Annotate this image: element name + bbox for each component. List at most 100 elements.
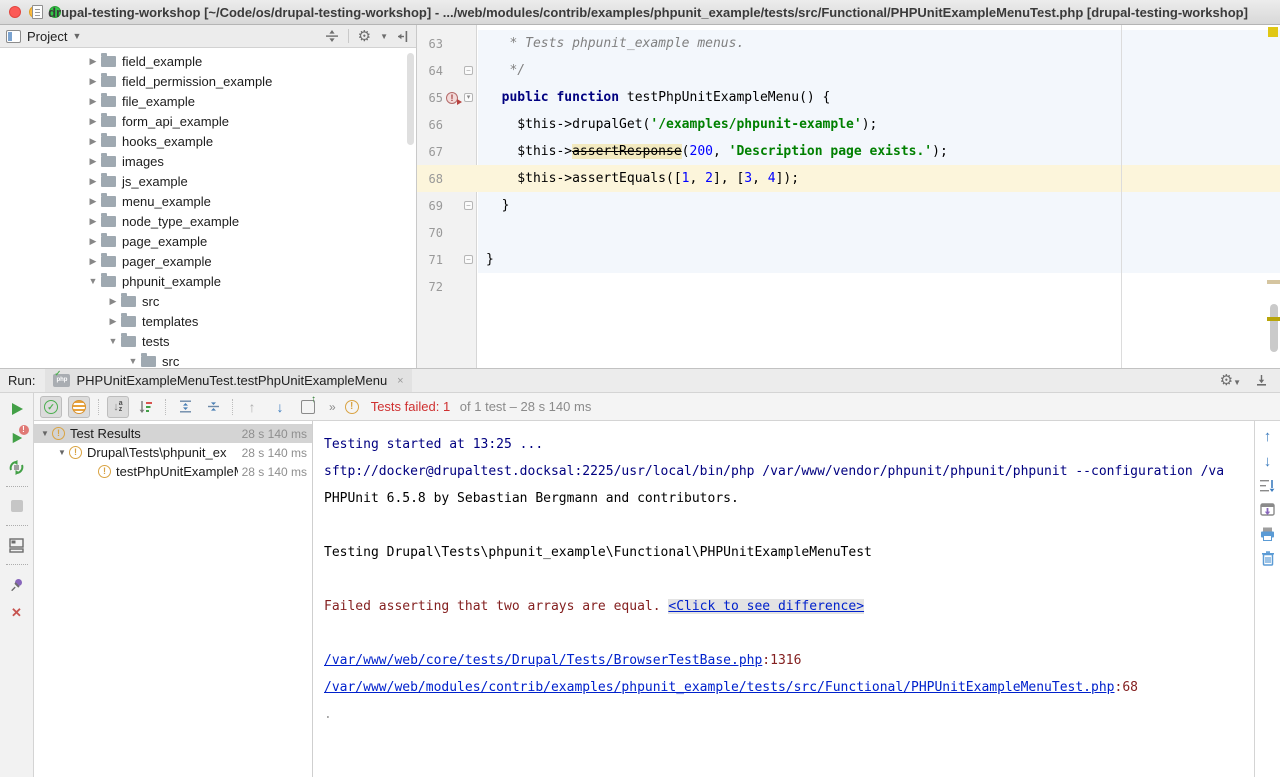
project-tree-item[interactable]: ▶pager_example (0, 251, 416, 271)
show-passed-toggle[interactable]: ✓ (40, 396, 62, 418)
project-tree-item[interactable]: ▼phpunit_example (0, 271, 416, 291)
chevron-down-icon[interactable]: ▼ (72, 31, 81, 41)
project-tree-item[interactable]: ▶menu_example (0, 191, 416, 211)
project-tree-item[interactable]: ▶node_type_example (0, 211, 416, 231)
expand-all-button[interactable] (174, 396, 196, 418)
code-text[interactable]: */ (478, 57, 1280, 84)
code-line[interactable]: 63 * Tests phpunit_example menus. (417, 30, 1280, 57)
project-tree-item[interactable]: ▶templates (0, 311, 416, 331)
project-tree-item[interactable]: ▶file_example (0, 91, 416, 111)
collapse-all-button[interactable] (202, 396, 224, 418)
close-tab-icon[interactable]: × (397, 375, 403, 387)
next-occurrence-button[interactable]: ↓ (269, 396, 291, 418)
console-file-link[interactable]: /var/www/web/core/tests/Drupal/Tests/Bro… (324, 653, 762, 668)
chevron-expanded-icon[interactable]: ▼ (105, 336, 121, 346)
pin-tab-button[interactable] (7, 574, 27, 594)
rerun-button[interactable] (7, 399, 27, 419)
hide-tool-window-icon[interactable] (1255, 374, 1268, 387)
chevron-collapsed-icon[interactable]: ▶ (85, 156, 101, 167)
project-tree-item[interactable]: ▶images (0, 151, 416, 171)
toggle-auto-test-button[interactable] (7, 457, 27, 477)
test-tree-row[interactable]: ▼!Drupal\Tests\phpunit_ex28 s 140 ms (34, 443, 312, 462)
code-line[interactable]: 69– } (417, 192, 1280, 219)
chevron-collapsed-icon[interactable]: ▶ (85, 196, 101, 207)
down-stacktrace-icon[interactable]: ↓ (1264, 454, 1272, 469)
previous-occurrence-button[interactable]: ↑ (241, 396, 263, 418)
chevron-more-icon[interactable]: » (329, 400, 335, 414)
project-tree-item[interactable]: ▶field_example (0, 51, 416, 71)
chevron-collapsed-icon[interactable]: ▶ (105, 296, 121, 307)
code-line[interactable]: 66 $this->drupalGet('/examples/phpunit-e… (417, 111, 1280, 138)
rerun-failed-tests-button[interactable]: ! (7, 428, 27, 448)
code-text[interactable] (478, 219, 1280, 246)
chevron-collapsed-icon[interactable]: ▶ (105, 316, 121, 327)
editor-scrollbar[interactable] (1270, 304, 1278, 352)
project-tree-item[interactable]: ▼tests (0, 331, 416, 351)
code-line[interactable]: 68 $this->assertEquals([1, 2], [3, 4]); (417, 165, 1280, 192)
project-tree-item[interactable]: ▶page_example (0, 231, 416, 251)
code-line[interactable]: 65!▾ public function testPhpUnitExampleM… (417, 84, 1280, 111)
fold-icon[interactable]: – (464, 66, 473, 75)
code-line[interactable]: 72 (417, 273, 1280, 300)
code-line[interactable]: 70 (417, 219, 1280, 246)
inspection-indicator[interactable] (1268, 27, 1278, 37)
code-line[interactable]: 67 $this->assertResponse(200, 'Descripti… (417, 138, 1280, 165)
code-line[interactable]: 71–} (417, 246, 1280, 273)
sort-alphabetically-toggle[interactable]: ↓az (107, 396, 129, 418)
stop-button[interactable] (7, 496, 27, 516)
settings-gear-icon[interactable]: ⚙▼ (1220, 373, 1241, 388)
error-stripe-mark[interactable] (1267, 280, 1280, 284)
sort-by-duration-toggle[interactable] (135, 396, 157, 418)
test-console[interactable]: Testing started at 13:25 ...sftp://docke… (313, 421, 1254, 777)
failed-test-gutter-icon[interactable]: ! (446, 92, 458, 104)
fold-icon[interactable]: – (464, 201, 473, 210)
project-scrollbar[interactable] (407, 53, 414, 145)
code-text[interactable]: $this->drupalGet('/examples/phpunit-exam… (478, 111, 1280, 138)
chevron-expanded-icon[interactable]: ▼ (55, 448, 69, 457)
fold-icon[interactable]: – (464, 255, 473, 264)
run-tab[interactable]: php PHPUnitExampleMenuTest.testPhpUnitEx… (45, 369, 411, 392)
restore-layout-button[interactable] (7, 535, 27, 555)
chevron-collapsed-icon[interactable]: ▶ (85, 216, 101, 227)
chevron-collapsed-icon[interactable]: ▶ (85, 176, 101, 187)
open-results-icon[interactable] (1260, 503, 1275, 517)
show-ignored-toggle[interactable] (68, 396, 90, 418)
chevron-collapsed-icon[interactable]: ▶ (85, 116, 101, 127)
chevron-expanded-icon[interactable]: ▼ (125, 356, 141, 366)
project-tree-item[interactable]: ▶src (0, 291, 416, 311)
code-text[interactable] (478, 273, 1280, 300)
test-tree-row[interactable]: ▼!Test Results28 s 140 ms (34, 424, 312, 443)
hide-panel-icon[interactable] (397, 30, 410, 43)
fold-icon[interactable]: ▾ (464, 93, 473, 102)
project-tree-item[interactable]: ▼src (0, 351, 416, 371)
code-text[interactable]: $this->assertEquals([1, 2], [3, 4]); (478, 165, 1280, 192)
chevron-expanded-icon[interactable]: ▼ (85, 276, 101, 286)
scroll-tracking-icon[interactable] (1260, 479, 1275, 493)
project-tree-item[interactable]: ▶form_api_example (0, 111, 416, 131)
code-text[interactable]: * Tests phpunit_example menus. (478, 30, 1280, 57)
chevron-collapsed-icon[interactable]: ▶ (85, 96, 101, 107)
chevron-collapsed-icon[interactable]: ▶ (85, 236, 101, 247)
test-tree-row[interactable]: !testPhpUnitExampleM28 s 140 ms (34, 462, 312, 481)
export-test-results-button[interactable] (297, 396, 319, 418)
code-text[interactable]: $this->assertResponse(200, 'Description … (478, 138, 1280, 165)
chevron-collapsed-icon[interactable]: ▶ (85, 56, 101, 67)
diff-link[interactable]: <Click to see difference> (668, 599, 864, 614)
project-tree-item[interactable]: ▶js_example (0, 171, 416, 191)
close-panel-button[interactable]: ✕ (7, 603, 27, 623)
chevron-collapsed-icon[interactable]: ▶ (85, 76, 101, 87)
code-line[interactable]: 64– */ (417, 57, 1280, 84)
project-tree-item[interactable]: ▶hooks_example (0, 131, 416, 151)
chevron-collapsed-icon[interactable]: ▶ (85, 136, 101, 147)
console-file-link[interactable]: /var/www/web/modules/contrib/examples/ph… (324, 680, 1115, 695)
code-text[interactable]: public function testPhpUnitExampleMenu()… (478, 84, 1280, 111)
chevron-collapsed-icon[interactable]: ▶ (85, 256, 101, 267)
clear-console-icon[interactable] (1261, 551, 1275, 566)
print-icon[interactable] (1260, 527, 1275, 541)
chevron-expanded-icon[interactable]: ▼ (38, 429, 52, 438)
locate-file-icon[interactable] (325, 29, 339, 43)
up-stacktrace-icon[interactable]: ↑ (1264, 429, 1272, 444)
settings-gear-icon[interactable]: ⚙ (358, 29, 371, 44)
code-text[interactable]: } (478, 192, 1280, 219)
code-editor[interactable]: 63 * Tests phpunit_example menus.64– */ 6… (417, 25, 1280, 368)
